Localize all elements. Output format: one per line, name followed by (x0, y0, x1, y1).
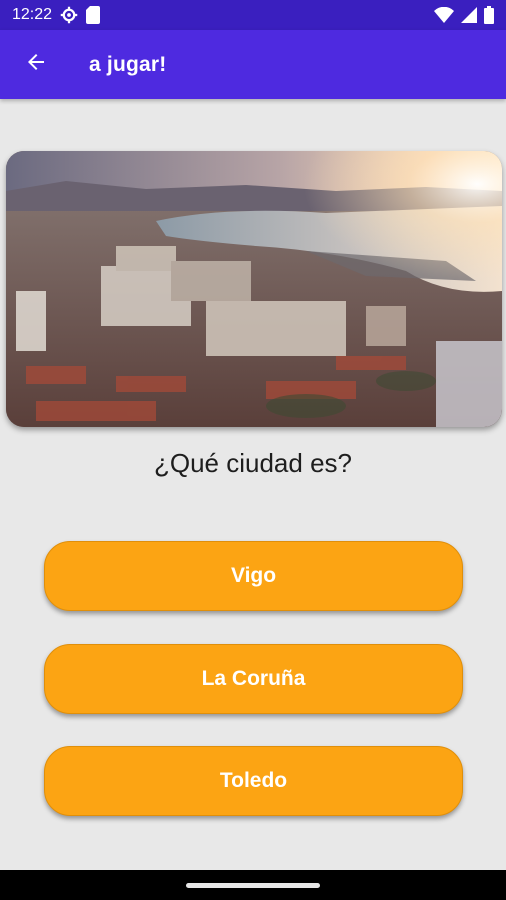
battery-icon (484, 6, 494, 24)
status-bar: 12:22 (0, 0, 506, 30)
status-time: 12:22 (12, 6, 53, 23)
home-gesture-handle[interactable] (186, 882, 320, 888)
arrow-back-icon (24, 50, 48, 79)
app-bar: a jugar! (0, 30, 506, 99)
signal-icon (461, 7, 477, 23)
wifi-icon (434, 7, 454, 23)
question-text: ¿Qué ciudad es? (153, 448, 352, 478)
navigation-bar (0, 870, 506, 900)
settings-icon (60, 6, 78, 24)
back-button[interactable] (8, 37, 64, 93)
answer-button-la-coruna[interactable]: La Coruña (44, 644, 463, 714)
city-photo (6, 151, 502, 427)
answer-button-toledo[interactable]: Toledo (44, 746, 463, 816)
answer-button-vigo[interactable]: Vigo (44, 541, 463, 611)
sim-card-icon (86, 6, 101, 24)
app-title: a jugar! (89, 52, 167, 76)
